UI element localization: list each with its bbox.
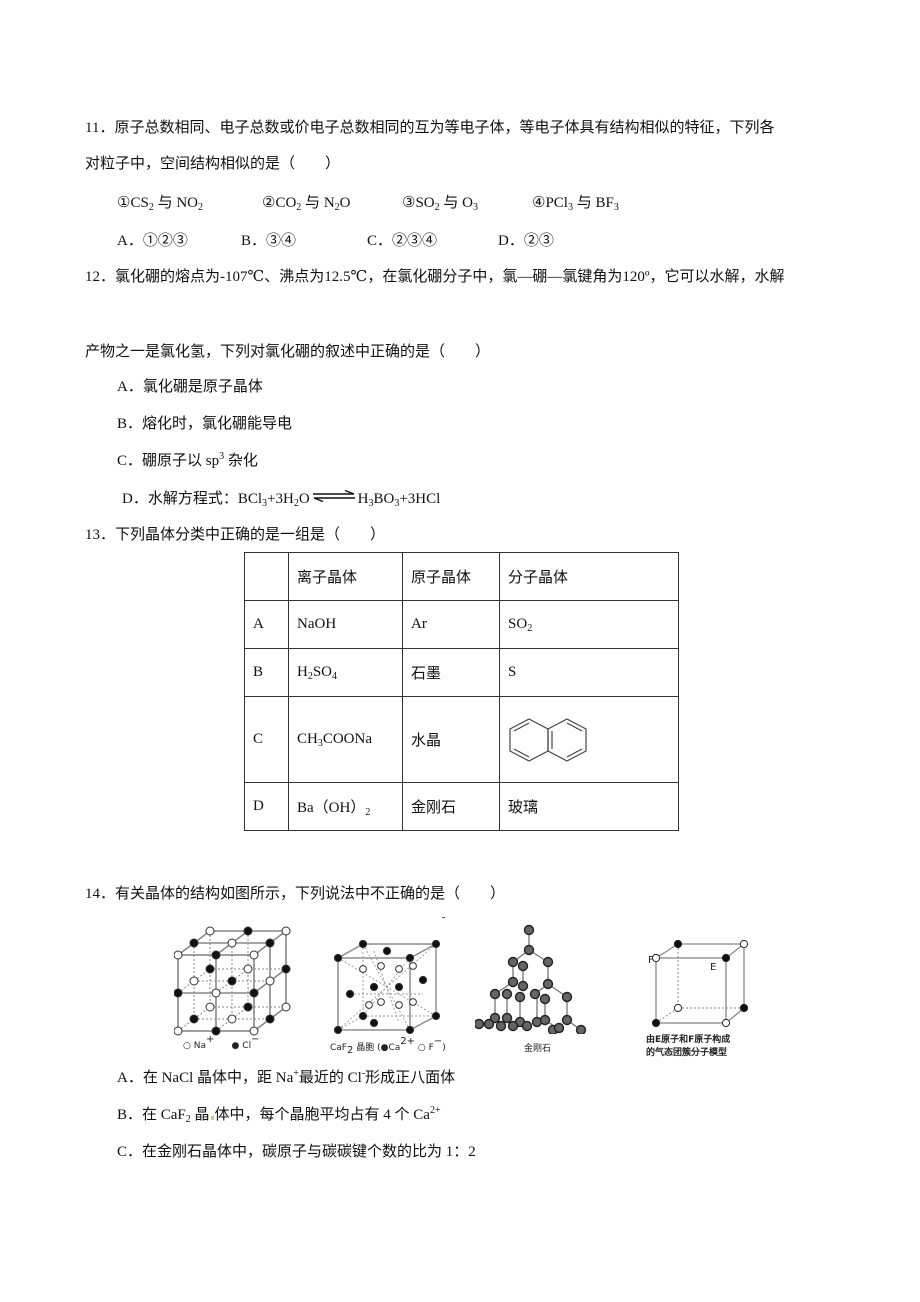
q13-stem: 13．下列晶体分类中正确的是一组是（ ） [85, 527, 386, 543]
crystal-classification-table: 离子晶体 原子晶体 分子晶体 A NaOH Ar SO2 B H2SO4 石墨 … [244, 552, 679, 831]
f-atom-label: F [648, 955, 654, 966]
atomic-cell: 金刚石 [402, 782, 500, 831]
row-label: C [244, 696, 289, 783]
q11-option-b[interactable]: B．③④ [241, 231, 367, 251]
header-atomic: 原子晶体 [402, 552, 500, 601]
q12-option-c[interactable]: C．硼原子以 sp3 杂化 [117, 451, 258, 471]
ionic-cell: H2SO4 [288, 648, 403, 697]
diamond-caption: 金刚石 [524, 1044, 552, 1054]
ef-caption-line2: 的气态团簇分子模型 [646, 1048, 728, 1058]
q14-option-b[interactable]: B．在 CaF2 晶体中，每个晶胞平均占有 4 个 Ca2+ [117, 1105, 441, 1125]
table-row: A NaOH Ar SO2 [244, 600, 679, 649]
ef-caption-line1: 由E原子和F原子构成 [646, 1035, 731, 1045]
molecular-cell: SO2 [499, 600, 679, 649]
ionic-cell: Ba（OH）2 [288, 782, 403, 831]
q12-stem-line1: 12．氯化硼的熔点为-107℃、沸点为12.5℃，在氯化硼分子中，氯—硼—氯键角… [85, 269, 785, 285]
table-header-row: 离子晶体 原子晶体 分子晶体 [244, 552, 679, 601]
table-row: D Ba（OH）2 金刚石 玻璃 [244, 782, 679, 831]
nacl-legend: ○ Na+ ● Cl− [183, 1034, 260, 1052]
q11-pair-2: ②CO2 与 N2O [262, 195, 351, 213]
molecular-cell: 玻璃 [499, 782, 679, 831]
caf2-caption: CaF2 晶胞 (●Ca2+ ○ F−) [330, 1036, 446, 1056]
molecular-cell [499, 696, 679, 783]
atomic-cell: 石墨 [402, 648, 500, 697]
ef-cluster-figure [651, 939, 749, 1028]
nacl-crystal-figure [174, 926, 291, 1036]
molecular-cell: S [499, 648, 679, 697]
ionic-cell: CH3COONa [288, 696, 403, 783]
caf2-unit-cell-figure [333, 940, 441, 1035]
cl-filled-circle-icon: ● [231, 1041, 240, 1051]
q11-stem-line1: 11．原子总数相同、电子总数或价电子总数相同的互为等电子体，等电子体具有结构相似… [85, 118, 774, 138]
stray-mark [442, 917, 445, 918]
na-open-circle-icon: ○ [183, 1041, 191, 1051]
q11-text1: 原子总数相同、电子总数或价电子总数相同的互为等电子体，等电子体具有结构相似的特征… [114, 120, 775, 136]
highlight-mark [210, 1116, 214, 1120]
q12-option-a[interactable]: A．氯化硼是原子晶体 [117, 377, 263, 397]
naphthalene-structure-icon [509, 717, 587, 762]
q11-pair-4: ④PCl3 与 BF3 [532, 195, 619, 213]
q12-option-d[interactable]: D．水解方程式：BCl3+3H2O H3BO3+3HCl [122, 489, 440, 509]
header-cell-blank [244, 552, 289, 601]
q11-option-d[interactable]: D．②③ [498, 231, 554, 251]
q11-pairs: ①CS2 与 NO2 ②CO2 与 N2O ③SO2 与 O3 ④PCl3 与 BF3 [117, 193, 619, 213]
q11-number: 11． [85, 120, 115, 136]
q12-stem-line2: 产物之一是氯化氢，下列对氯化硼的叙述中正确的是（ ） [85, 344, 491, 360]
q11-pair-3: ③SO2 与 O3 [402, 195, 478, 213]
table-row: B H2SO4 石墨 S [244, 648, 679, 697]
q11-pair-1: ①CS2 与 NO2 [117, 195, 203, 213]
q14-stem: 14．有关晶体的结构如图所示，下列说法中不正确的是（ ） [85, 886, 506, 902]
q11-stem-line2: 对粒子中，空间结构相似的是（ ） [85, 156, 341, 172]
q14-option-c[interactable]: C．在金刚石晶体中，碳原子与碳碳键个数的比为 1：2 [117, 1142, 476, 1162]
row-label: D [244, 782, 289, 831]
header-molecular: 分子晶体 [499, 552, 679, 601]
q14-option-a[interactable]: A．在 NaCl 晶体中，距 Na+最近的 Cl-形成正八面体 [117, 1068, 455, 1088]
equilibrium-arrow-icon [312, 490, 355, 502]
q12-option-b[interactable]: B．熔化时，氯化硼能导电 [117, 414, 292, 434]
q11-option-a[interactable]: A．①②③ [117, 231, 241, 251]
row-label: A [244, 600, 289, 649]
header-ionic: 离子晶体 [288, 552, 403, 601]
table-row: C CH3COONa 水晶 [244, 696, 679, 783]
row-label: B [244, 648, 289, 697]
q11-options: A．①②③ B．③④ C．②③④ D．②③ [117, 231, 554, 251]
atomic-cell: 水晶 [402, 696, 500, 783]
q11-option-c[interactable]: C．②③④ [367, 231, 498, 251]
e-atom-label: E [710, 962, 717, 973]
ionic-cell: NaOH [288, 600, 403, 649]
atomic-cell: Ar [402, 600, 500, 649]
q13-number: 13． [85, 527, 116, 543]
q14-number: 14． [85, 886, 116, 902]
f-open-circle-icon: ○ [417, 1043, 426, 1053]
diamond-structure-figure [475, 924, 587, 1034]
q12-number: 12． [85, 269, 116, 285]
